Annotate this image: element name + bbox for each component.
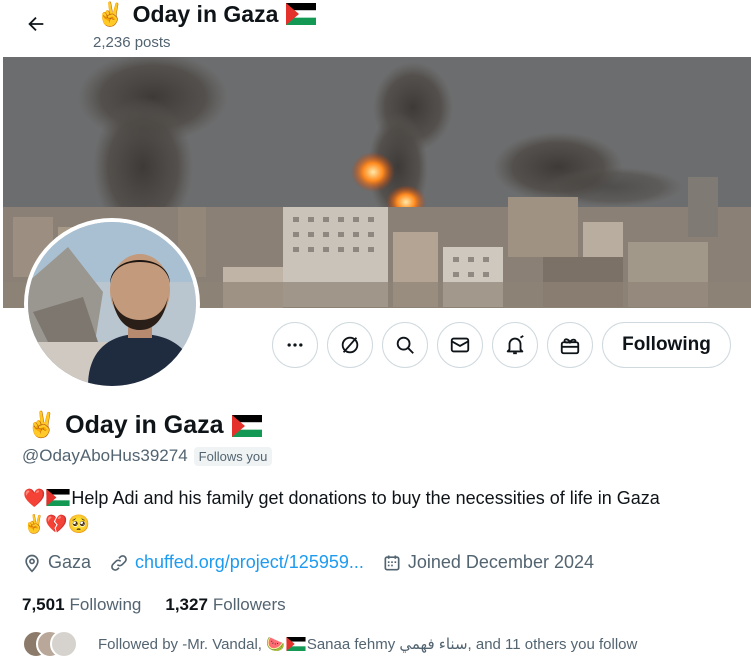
location-item: Gaza — [22, 552, 91, 573]
top-bar: ✌️ Oday in Gaza 2,236 posts — [0, 0, 751, 57]
more-icon — [287, 343, 303, 347]
posts-count: 2,236 posts — [93, 34, 171, 51]
palestine-flag-icon — [286, 637, 306, 651]
bio-text: Help Adi and his family get donations to… — [71, 488, 660, 508]
profile-name-text: Oday in Gaza — [65, 411, 224, 439]
gift-button[interactable] — [547, 322, 593, 368]
message-icon — [450, 337, 470, 353]
following-label: Following — [69, 595, 142, 614]
follow-stats: 7,501 Following 1,327 Followers — [22, 595, 286, 615]
followed-by-rest: Sanaa fehmy سناء فهمي, and 11 others you… — [306, 636, 638, 653]
following-count: 7,501 — [22, 595, 65, 614]
link-icon — [111, 554, 127, 571]
followers-stat[interactable]: 1,327 Followers — [165, 595, 285, 615]
profile-meta: Gaza chuffed.org/project/125959... Joine… — [22, 552, 612, 573]
bio-emojis: ✌️💔🥺 — [23, 514, 91, 534]
profile-name: ✌️ Oday in Gaza — [26, 411, 262, 440]
palestine-flag-icon — [231, 414, 262, 437]
handle-row: @OdayAboHus39274 Follows you — [22, 446, 273, 466]
gift-icon — [560, 338, 580, 355]
followed-by-prefix: Followed by -Mr. Vandal, 🍉 — [98, 636, 285, 653]
joined-text: Joined December 2024 — [407, 552, 594, 572]
bio-heart-emoji: ❤️ — [23, 488, 46, 508]
link-item[interactable]: chuffed.org/project/125959... — [109, 552, 364, 573]
location-icon — [25, 554, 39, 573]
back-arrow-icon — [28, 16, 44, 32]
followers-count: 1,327 — [165, 595, 208, 614]
profile-avatar[interactable] — [24, 218, 200, 390]
notification-bell-icon — [506, 335, 524, 355]
search-icon — [396, 336, 414, 354]
back-button[interactable] — [18, 6, 54, 42]
profile-link[interactable]: chuffed.org/project/125959... — [135, 552, 364, 573]
header-title: ✌️ Oday in Gaza — [96, 0, 317, 28]
grok-button[interactable] — [327, 322, 373, 368]
profile-name-emoji: ✌️ — [26, 411, 58, 439]
message-button[interactable] — [437, 322, 483, 368]
followed-by-avatars — [22, 630, 86, 658]
followed-by[interactable]: Followed by -Mr. Vandal, 🍉 Sanaa fehmy س… — [22, 630, 637, 658]
calendar-icon — [384, 555, 400, 570]
palestine-flag-icon — [286, 3, 317, 25]
following-button[interactable]: Following — [602, 322, 731, 368]
palestine-flag-icon — [46, 489, 71, 507]
notifications-button[interactable] — [492, 322, 538, 368]
avatar-photo — [28, 222, 196, 386]
grok-icon — [341, 336, 359, 354]
search-button[interactable] — [382, 322, 428, 368]
more-button[interactable] — [272, 322, 318, 368]
following-stat[interactable]: 7,501 Following — [22, 595, 141, 615]
header-title-emoji: ✌️ — [96, 1, 125, 27]
followers-label: Followers — [212, 595, 286, 614]
header-title-text: Oday in Gaza — [132, 1, 279, 27]
joined-item: Joined December 2024 — [382, 552, 594, 573]
avatar — [50, 630, 78, 658]
location-text: Gaza — [48, 552, 92, 572]
follows-you-badge: Follows you — [193, 446, 273, 466]
profile-handle: @OdayAboHus39274 — [22, 446, 188, 465]
profile-bio: ❤️ Help Adi and his family get donations… — [23, 485, 738, 537]
